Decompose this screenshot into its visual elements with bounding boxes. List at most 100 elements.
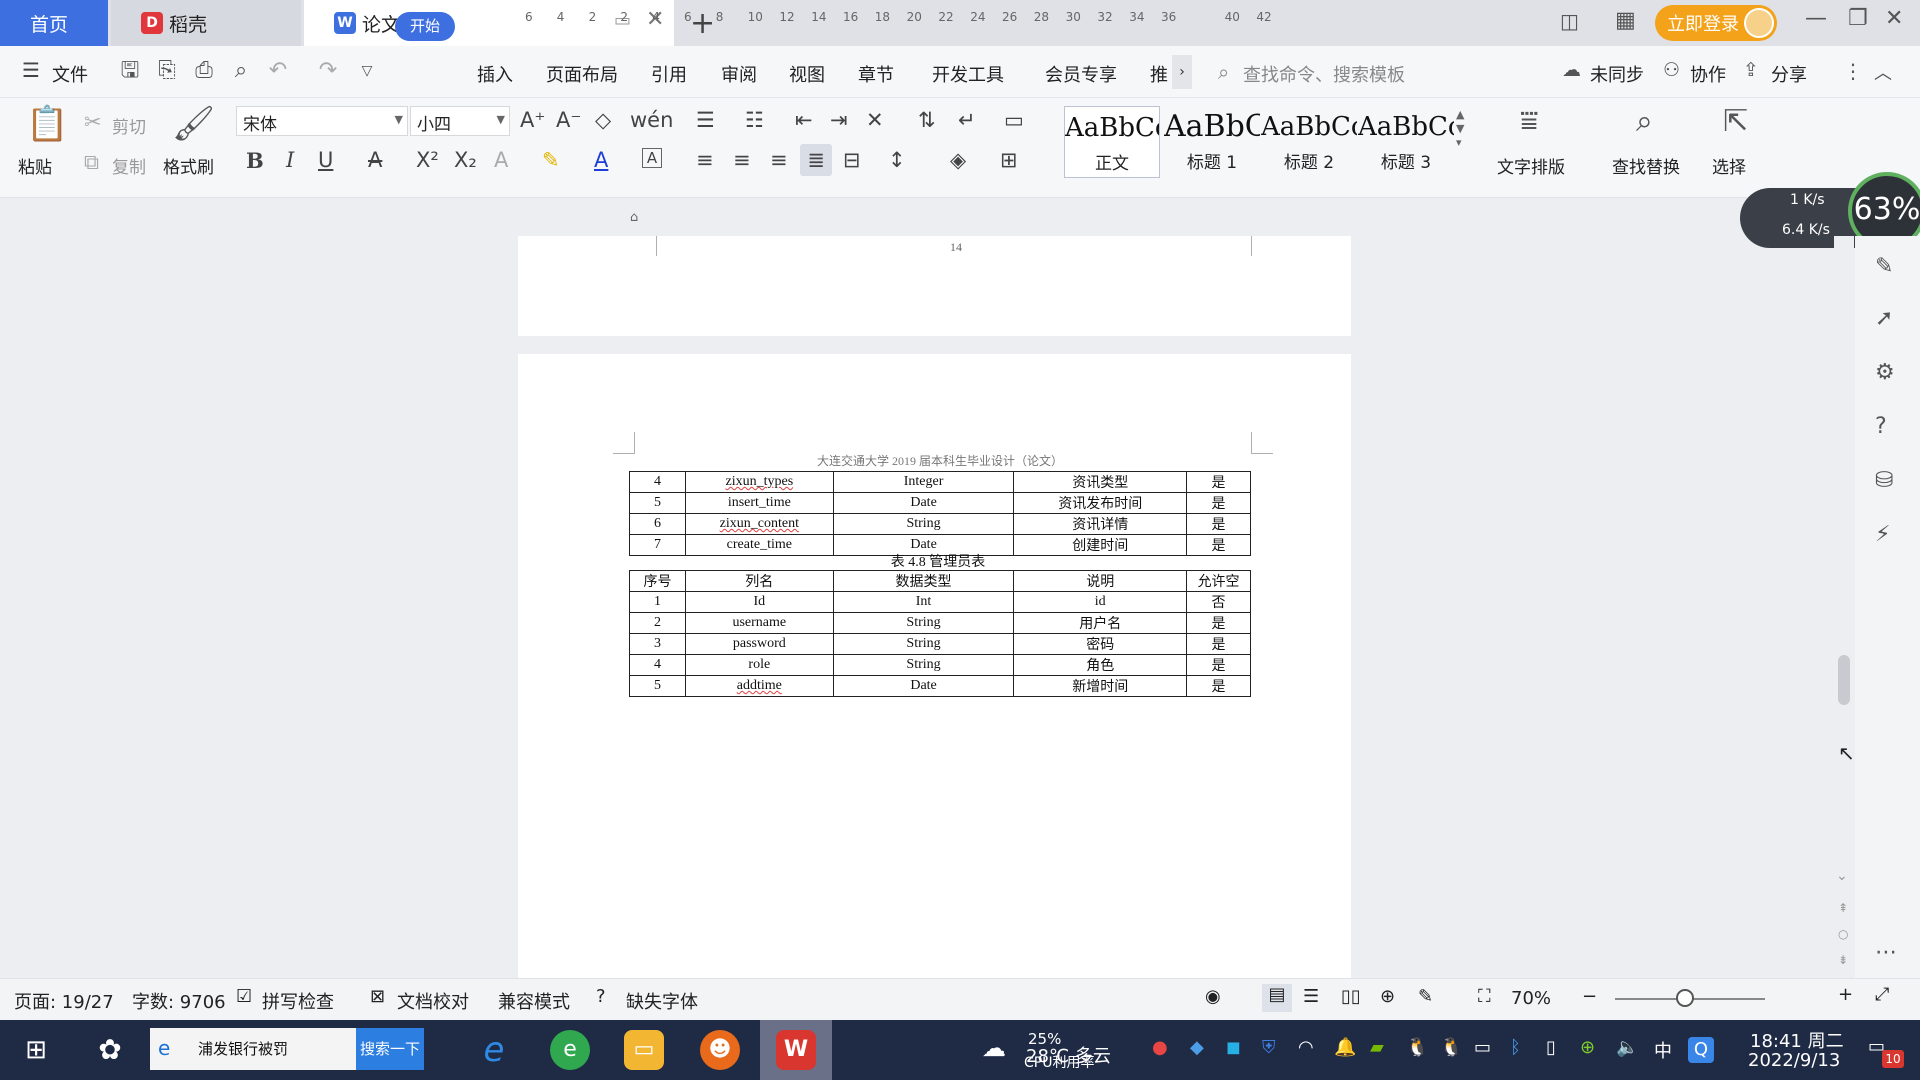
increase-indent-icon[interactable]: ⇥ bbox=[830, 108, 848, 132]
menu-recommend[interactable]: 推 bbox=[1150, 61, 1168, 87]
menu-developer[interactable]: 开发工具 bbox=[932, 61, 1004, 87]
superscript-icon[interactable]: X² bbox=[416, 148, 439, 172]
paste-button[interactable]: 粘贴 bbox=[18, 153, 52, 178]
app-raccoon-icon[interactable]: ☻ bbox=[700, 1030, 740, 1070]
usb-icon[interactable]: ▯ bbox=[1546, 1037, 1556, 1058]
underline-icon[interactable]: U bbox=[318, 148, 333, 172]
read-view-icon[interactable]: ▯▯ bbox=[1341, 986, 1361, 1007]
format-painter-icon[interactable]: 🖌 bbox=[172, 104, 215, 144]
text-effect-icon[interactable]: A bbox=[494, 148, 508, 172]
indent-marker-icon[interactable]: ⌂ bbox=[630, 210, 638, 225]
zoom-out-icon[interactable]: − bbox=[1582, 986, 1597, 1007]
menu-review[interactable]: 审阅 bbox=[721, 61, 757, 87]
find-replace-button[interactable]: 查找替换 bbox=[1612, 153, 1680, 178]
style-normal[interactable]: AaBbCcI 正文 bbox=[1064, 106, 1160, 178]
text-layout-icon[interactable]: ⩸ bbox=[1520, 104, 1538, 139]
chinese-layout-icon[interactable]: ✕ bbox=[866, 108, 884, 132]
clock-date[interactable]: 2022/9/13 bbox=[1748, 1050, 1840, 1071]
hamburger-icon[interactable]: ☰ bbox=[22, 58, 40, 82]
bullet-list-icon[interactable]: ☰ bbox=[696, 108, 715, 132]
file-explorer-icon[interactable]: ▭ bbox=[624, 1030, 664, 1070]
menu-file[interactable]: 文件 bbox=[52, 61, 88, 87]
font-name-select[interactable]: 宋体 ▼ bbox=[236, 106, 408, 136]
print-preview-icon[interactable]: ⌕ bbox=[228, 58, 254, 84]
outline-view-icon[interactable]: ☰ bbox=[1303, 986, 1319, 1007]
text-direction-icon[interactable]: ↵ bbox=[958, 108, 976, 132]
scroll-down-icon[interactable]: ⌄ bbox=[1836, 868, 1848, 884]
tab-daoke[interactable]: D 稻壳 bbox=[111, 0, 301, 46]
print-icon[interactable]: ⎙ bbox=[191, 58, 217, 84]
nvidia-icon[interactable]: ▰ bbox=[1370, 1037, 1384, 1058]
share-button[interactable]: 分享 bbox=[1771, 61, 1807, 87]
tray-app-icon[interactable]: ● bbox=[1152, 1037, 1168, 1058]
tray-app-icon[interactable]: ◼ bbox=[1226, 1037, 1241, 1058]
fit-page-icon[interactable]: ⛶ bbox=[1478, 986, 1491, 1007]
distribute-icon[interactable]: ⊟ bbox=[843, 148, 861, 172]
proofread-button[interactable]: 文档校对 bbox=[397, 988, 469, 1014]
menu-references[interactable]: 引用 bbox=[651, 61, 687, 87]
export-pdf-icon[interactable]: ⎘ bbox=[154, 58, 180, 84]
taskbar-search-input[interactable]: 浦发银行被罚 bbox=[150, 1028, 356, 1070]
char-border-icon[interactable]: A bbox=[642, 148, 662, 168]
spellcheck-button[interactable]: 拼写检查 bbox=[262, 988, 334, 1014]
zoom-level[interactable]: 70% bbox=[1511, 988, 1551, 1009]
shield-icon[interactable]: ⛨ bbox=[1262, 1037, 1276, 1058]
clear-format-icon[interactable]: ◇ bbox=[595, 108, 611, 132]
style-scroll-icon[interactable]: ▲ ▼ ▾ bbox=[1456, 108, 1464, 150]
highlight-icon[interactable]: ✎ bbox=[542, 148, 560, 172]
numbered-list-icon[interactable]: ☷ bbox=[745, 108, 764, 132]
align-center-icon[interactable]: ≡ bbox=[733, 148, 751, 172]
cut-button[interactable]: 剪切 bbox=[112, 113, 146, 138]
volume-icon[interactable]: 🔈 bbox=[1616, 1037, 1638, 1058]
bluetooth-icon[interactable]: ᛒ bbox=[1510, 1037, 1521, 1058]
pointer-icon[interactable]: ➚ bbox=[1875, 306, 1893, 331]
edit-pen-icon[interactable]: ✎ bbox=[1875, 254, 1893, 279]
missing-font-button[interactable]: 缺失字体 bbox=[626, 988, 698, 1014]
scrollbar-thumb[interactable] bbox=[1838, 655, 1850, 705]
select-button[interactable]: 选择 bbox=[1712, 153, 1746, 178]
align-right-icon[interactable]: ≡ bbox=[770, 148, 788, 172]
fields-table-continued[interactable]: 4 zixun_types Integer 资讯类型 是 5 insert_ti… bbox=[629, 471, 1251, 556]
more-icon[interactable]: ⋯ bbox=[1875, 940, 1897, 965]
thunder-icon[interactable]: ⚡ bbox=[1875, 522, 1890, 547]
minimize-icon[interactable]: — bbox=[1805, 6, 1827, 31]
layout-icon[interactable]: ◫ bbox=[1560, 9, 1579, 33]
menu-chapter[interactable]: 章节 bbox=[858, 61, 894, 87]
strikethrough-icon[interactable]: A bbox=[368, 148, 382, 172]
close-window-icon[interactable]: ✕ bbox=[1885, 6, 1903, 31]
find-replace-icon[interactable]: ⌕ bbox=[1636, 104, 1653, 139]
web-view-icon[interactable]: ⊕ bbox=[1380, 986, 1395, 1007]
tray-app-icon[interactable]: ⊕ bbox=[1580, 1037, 1595, 1058]
copy-button[interactable]: 复制 bbox=[112, 153, 146, 178]
save-icon[interactable]: 🖫 bbox=[117, 58, 143, 84]
bell-icon[interactable]: 🔔 bbox=[1334, 1037, 1356, 1058]
write-view-icon[interactable]: ✎ bbox=[1418, 986, 1433, 1007]
grow-font-icon[interactable]: A⁺ bbox=[520, 108, 545, 132]
eye-protect-icon[interactable]: ◉ bbox=[1205, 986, 1221, 1007]
align-left-icon[interactable]: ≡ bbox=[696, 148, 714, 172]
zoom-slider-handle[interactable] bbox=[1676, 989, 1694, 1007]
menu-member[interactable]: 会员专享 bbox=[1045, 61, 1117, 87]
justify-icon[interactable]: ≣ bbox=[800, 144, 832, 176]
horizontal-ruler[interactable]: 6 4 2 2 4 6 8 10 12 14 16 18 20 22 24 26 28 30 32 34 36 40 42 bbox=[525, 6, 1330, 30]
undo-icon[interactable]: ↶ bbox=[265, 58, 291, 84]
vertical-scrollbar[interactable] bbox=[1834, 236, 1854, 978]
redo-icon[interactable]: ↷ bbox=[315, 58, 341, 84]
paste-icon[interactable]: 📋 bbox=[26, 104, 68, 144]
settings-slider-icon[interactable]: ⚙ bbox=[1875, 360, 1895, 385]
text-layout-button[interactable]: 文字排版 bbox=[1497, 153, 1565, 178]
tab-home[interactable]: 首页 bbox=[0, 0, 108, 46]
command-search-input[interactable]: 查找命令、搜索模板 bbox=[1243, 61, 1405, 87]
italic-icon[interactable]: I bbox=[286, 148, 294, 172]
admin-table[interactable]: 序号 列名 数据类型 说明 允许空 1 Id Int id 否 2 userna… bbox=[629, 570, 1251, 697]
style-heading-2[interactable]: AaBbCc 标题 2 bbox=[1261, 106, 1357, 178]
ime-indicator[interactable]: 中 bbox=[1654, 1037, 1672, 1063]
sort-icon[interactable]: ⇅ bbox=[918, 108, 936, 132]
decrease-indent-icon[interactable]: ⇤ bbox=[795, 108, 813, 132]
browser-360-icon[interactable]: e bbox=[550, 1030, 590, 1070]
sync-status[interactable]: 未同步 bbox=[1590, 61, 1644, 87]
bold-icon[interactable]: B bbox=[246, 148, 264, 173]
zoom-in-icon[interactable]: + bbox=[1838, 984, 1853, 1005]
more-menu-icon[interactable]: › bbox=[1172, 55, 1192, 89]
fullscreen-icon[interactable]: ⤢ bbox=[1875, 984, 1889, 1005]
